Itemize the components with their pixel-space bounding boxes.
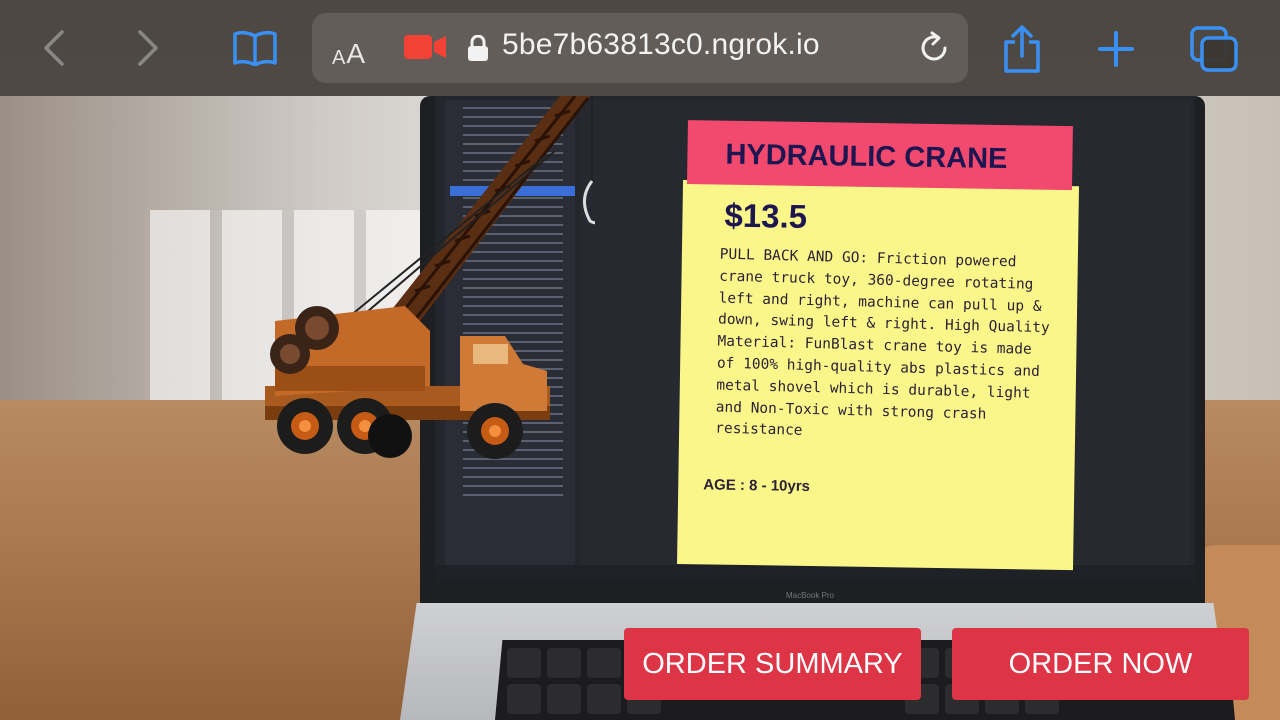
order-summary-button[interactable]: ORDER SUMMARY bbox=[624, 628, 921, 700]
back-icon bbox=[44, 30, 64, 66]
forward-button[interactable] bbox=[128, 22, 168, 74]
crane-3d-model[interactable] bbox=[255, 96, 595, 466]
product-description: PULL BACK AND GO: Friction powered crane… bbox=[715, 246, 1050, 440]
lock-icon bbox=[468, 35, 488, 61]
new-tab-icon[interactable] bbox=[1097, 30, 1135, 68]
bookmarks-icon[interactable] bbox=[232, 30, 278, 66]
text-size-big-label: A bbox=[346, 38, 366, 69]
product-price: $13.5 bbox=[724, 196, 808, 235]
product-title: HYDRAULIC CRANE bbox=[725, 138, 1008, 176]
forward-icon bbox=[138, 30, 158, 66]
order-now-button[interactable]: ORDER NOW bbox=[952, 628, 1249, 700]
back-button[interactable] bbox=[34, 22, 74, 74]
text-size-button[interactable]: AA bbox=[332, 30, 365, 70]
product-info-card: HYDRAULIC CRANE $13.5 PULL BACK AND GO: … bbox=[677, 120, 1084, 571]
reload-icon[interactable] bbox=[916, 30, 952, 66]
url-text[interactable]: 5be7b63813c0.ngrok.io bbox=[502, 28, 820, 62]
tabs-icon[interactable] bbox=[1190, 26, 1240, 74]
share-icon[interactable] bbox=[1002, 24, 1042, 74]
editor-status-bar bbox=[435, 565, 1195, 581]
ar-camera-view: MacBook Pro HYDRAULIC CRANE $13.5 PULL B… bbox=[0, 0, 1280, 720]
product-age-range: AGE : 8 - 10yrs bbox=[703, 476, 811, 496]
laptop-brand-label: MacBook Pro bbox=[785, 591, 835, 600]
text-size-small-label: A bbox=[332, 47, 346, 69]
camera-recording-icon[interactable] bbox=[404, 34, 446, 60]
